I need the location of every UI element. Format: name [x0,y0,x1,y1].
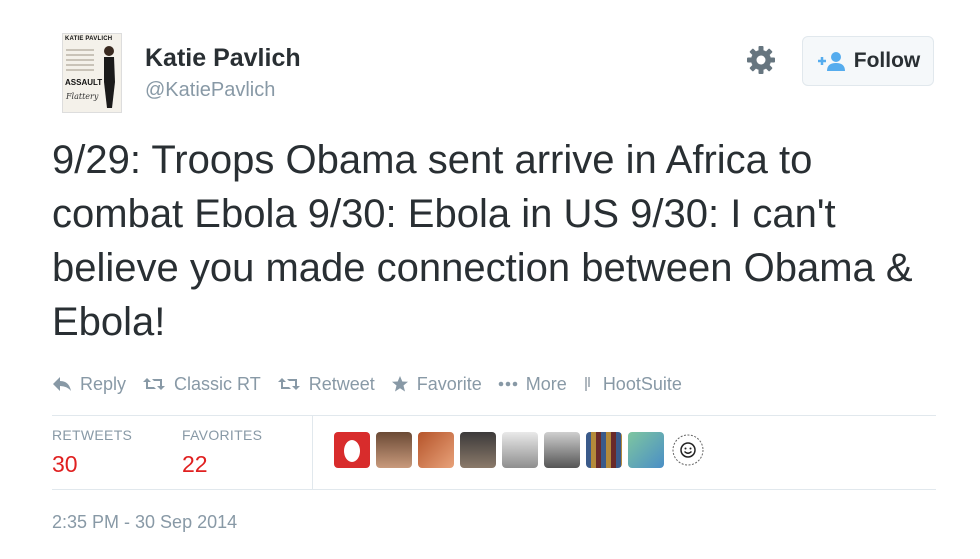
gear-icon[interactable] [745,44,777,76]
more-label: More [525,373,567,394]
retweet-icon [277,378,300,390]
more-dots-icon [498,381,518,387]
tweet-actions: Reply Classic RT Retweet Favorite More H… [52,372,698,396]
reply-label: Reply [80,373,127,394]
smiley-icon [672,434,704,466]
avatar-text-subtitle: Flattery [66,92,99,101]
classic-rt-label: Classic RT [174,373,261,394]
star-icon [391,376,408,392]
favoriter-avatar[interactable] [460,432,496,468]
retweet-icon [143,378,166,390]
hootsuite-icon [584,377,590,391]
more-button[interactable]: More [498,374,567,395]
follow-button[interactable]: Follow [802,36,934,86]
divider-bottom [52,489,936,490]
favoriter-avatar[interactable] [502,432,538,468]
favoriter-avatar[interactable] [670,432,706,468]
user-avatar[interactable]: KATIE PAVLICH ASSAULT Flattery [62,33,122,113]
user-handle[interactable]: @KatiePavlich [145,79,275,102]
avatar-text-title: ASSAULT [65,78,103,87]
retweets-label: RETWEETS [52,427,133,443]
retweet-button[interactable]: Retweet [277,374,375,395]
favoriters-avatars [334,432,712,468]
favoriter-avatar[interactable] [628,432,664,468]
favoriter-avatar[interactable] [376,432,412,468]
favoriter-avatar[interactable] [418,432,454,468]
egg-icon [344,440,360,462]
tweet-timestamp[interactable]: 2:35 PM - 30 Sep 2014 [52,512,237,533]
stats-separator [312,415,313,489]
hootsuite-button[interactable]: HootSuite [583,374,682,395]
favoriter-avatar[interactable] [334,432,370,468]
favoriter-avatar[interactable] [544,432,580,468]
retweets-count: 30 [52,451,78,477]
favorites-stat[interactable]: FAVORITES 22 [182,427,262,478]
favorites-label: FAVORITES [182,427,263,443]
reply-icon [53,377,71,391]
tweet-text: 9/29: Troops Obama sent arrive in Africa… [52,138,913,344]
avatar-cover-lines [66,46,94,74]
avatar-figure-icon [104,46,115,108]
hootsuite-label: HootSuite [602,373,682,394]
follow-label: Follow [853,49,921,72]
add-user-icon [817,52,845,71]
classic-rt-button[interactable]: Classic RT [142,374,261,395]
reply-button[interactable]: Reply [52,374,126,395]
divider-top [52,415,936,416]
retweet-label: Retweet [308,373,375,394]
retweets-stat[interactable]: RETWEETS 30 [52,427,132,478]
favorite-label: Favorite [416,373,482,394]
user-display-name[interactable]: Katie Pavlich [145,44,301,73]
favorite-button[interactable]: Favorite [391,374,482,395]
favoriter-avatar[interactable] [586,432,622,468]
favorites-count: 22 [182,451,208,477]
